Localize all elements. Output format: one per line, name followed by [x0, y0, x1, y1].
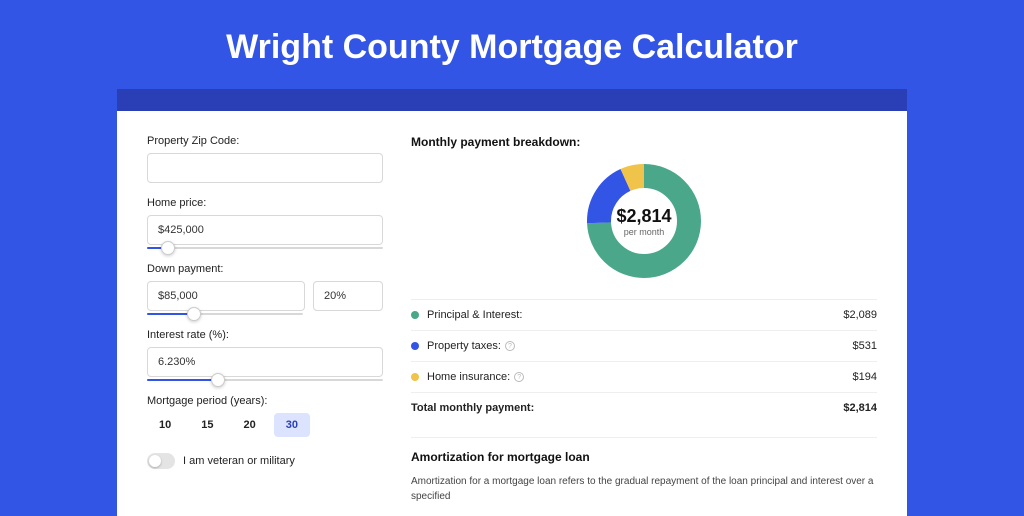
- legend-value: $531: [853, 340, 877, 352]
- amortization-section: Amortization for mortgage loan Amortizat…: [411, 437, 877, 504]
- period-option-15[interactable]: 15: [189, 413, 225, 437]
- legend-dot-icon: [411, 373, 419, 381]
- down-payment-input[interactable]: [147, 281, 305, 311]
- legend-row-principal: Principal & Interest: $2,089: [411, 299, 877, 330]
- donut-chart-wrap: $2,814 per month: [411, 161, 877, 299]
- veteran-toggle[interactable]: [147, 453, 175, 469]
- field-home-price: Home price:: [147, 197, 383, 249]
- legend-label: Principal & Interest:: [427, 309, 843, 321]
- toggle-knob-icon: [149, 455, 161, 467]
- field-zip: Property Zip Code:: [147, 135, 383, 183]
- slider-thumb-icon[interactable]: [161, 241, 175, 255]
- legend-label: Property taxes: ?: [427, 340, 853, 352]
- down-payment-label: Down payment:: [147, 263, 383, 275]
- amortization-title: Amortization for mortgage loan: [411, 450, 877, 464]
- donut-center-sub: per month: [624, 227, 665, 237]
- period-options: 10 15 20 30: [147, 413, 383, 437]
- interest-rate-input[interactable]: [147, 347, 383, 377]
- down-payment-pct-input[interactable]: [313, 281, 383, 311]
- home-price-input[interactable]: [147, 215, 383, 245]
- legend-label: Total monthly payment:: [411, 402, 843, 414]
- zip-input[interactable]: [147, 153, 383, 183]
- legend-row-total: Total monthly payment: $2,814: [411, 392, 877, 423]
- calculator-stage-outer: Property Zip Code: Home price: Down paym…: [117, 89, 907, 516]
- home-price-label: Home price:: [147, 197, 383, 209]
- breakdown-column: Monthly payment breakdown: $2,814 per mo…: [411, 135, 877, 504]
- breakdown-title: Monthly payment breakdown:: [411, 135, 877, 149]
- donut-center-amount: $2,814: [616, 206, 671, 227]
- period-option-30[interactable]: 30: [274, 413, 310, 437]
- field-interest-rate: Interest rate (%):: [147, 329, 383, 381]
- slider-thumb-icon[interactable]: [187, 307, 201, 321]
- field-veteran: I am veteran or military: [147, 453, 383, 469]
- period-option-20[interactable]: 20: [232, 413, 268, 437]
- period-label: Mortgage period (years):: [147, 395, 383, 407]
- home-price-slider[interactable]: [147, 247, 383, 249]
- legend-label: Home insurance: ?: [427, 371, 853, 383]
- legend-value: $2,814: [843, 402, 877, 414]
- down-payment-slider[interactable]: [147, 313, 303, 315]
- veteran-label: I am veteran or military: [183, 455, 295, 467]
- interest-rate-slider[interactable]: [147, 379, 383, 381]
- legend-row-taxes: Property taxes: ? $531: [411, 330, 877, 361]
- legend-row-insurance: Home insurance: ? $194: [411, 361, 877, 392]
- legend-value: $2,089: [843, 309, 877, 321]
- legend-dot-icon: [411, 311, 419, 319]
- field-down-payment: Down payment:: [147, 263, 383, 315]
- calculator-stage: Property Zip Code: Home price: Down paym…: [117, 111, 907, 516]
- interest-rate-label: Interest rate (%):: [147, 329, 383, 341]
- page-title: Wright County Mortgage Calculator: [0, 0, 1024, 89]
- legend-value: $194: [853, 371, 877, 383]
- period-option-10[interactable]: 10: [147, 413, 183, 437]
- form-column: Property Zip Code: Home price: Down paym…: [147, 135, 383, 504]
- zip-label: Property Zip Code:: [147, 135, 383, 147]
- legend-dot-icon: [411, 342, 419, 350]
- amortization-text: Amortization for a mortgage loan refers …: [411, 474, 877, 504]
- donut-chart: $2,814 per month: [584, 161, 704, 281]
- field-period: Mortgage period (years): 10 15 20 30: [147, 395, 383, 437]
- slider-thumb-icon[interactable]: [211, 373, 225, 387]
- help-icon[interactable]: ?: [514, 372, 524, 382]
- help-icon[interactable]: ?: [505, 341, 515, 351]
